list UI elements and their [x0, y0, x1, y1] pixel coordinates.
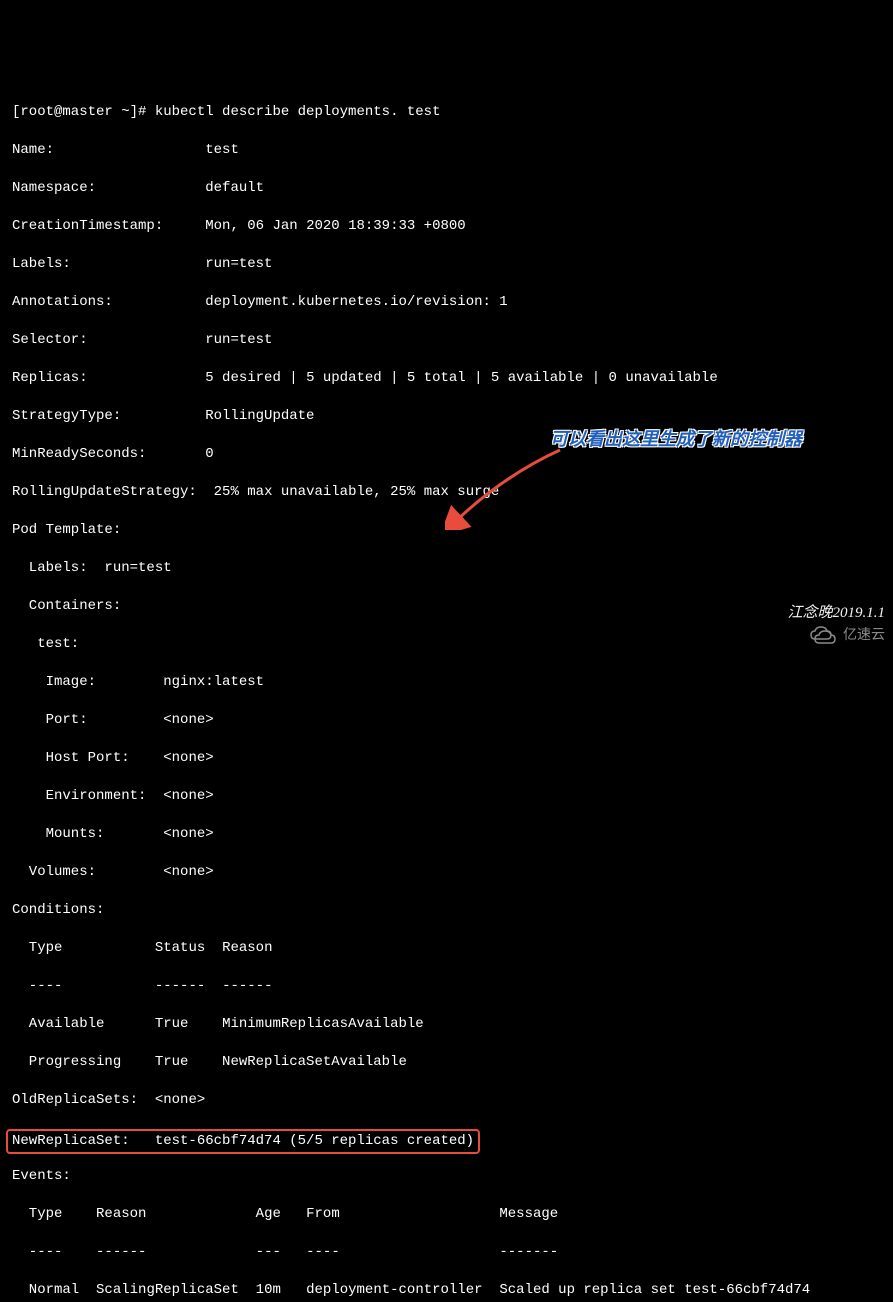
namespace-value: default	[205, 180, 264, 196]
replicas-label: Replicas:	[12, 370, 88, 386]
cond1-reason: MinimumReplicasAvailable	[222, 1016, 424, 1032]
mounts-label: Mounts:	[12, 826, 104, 842]
labels-value: run=test	[205, 256, 272, 272]
port-value: <none>	[163, 712, 213, 728]
creation-label: CreationTimestamp:	[12, 218, 163, 234]
newrs-label: NewReplicaSet:	[12, 1133, 155, 1149]
ev-from-h: From	[306, 1206, 340, 1222]
command: kubectl describe deployments. test	[155, 104, 441, 120]
volumes-label: Volumes:	[12, 864, 96, 880]
cloud-icon	[809, 623, 837, 645]
podtemplate-header: Pod Template:	[12, 522, 121, 538]
annotations-value: deployment.kubernetes.io/revision: 1	[205, 294, 507, 310]
cond2-type: Progressing	[12, 1054, 121, 1070]
oldrs-label: OldReplicaSets:	[12, 1092, 138, 1108]
hostport-value: <none>	[163, 750, 213, 766]
selector-label: Selector:	[12, 332, 88, 348]
rolling-label: RollingUpdateStrategy:	[12, 484, 197, 500]
containers-header: Containers:	[12, 598, 121, 614]
ev1-type: Normal	[12, 1282, 79, 1298]
newrs-highlight: NewReplicaSet: test-66cbf74d74 (5/5 repl…	[6, 1129, 480, 1154]
watermark: 亿速云	[809, 623, 885, 645]
container-name: test:	[12, 636, 79, 652]
pod-labels-value: run=test	[104, 560, 171, 576]
cond2-status: True	[155, 1054, 189, 1070]
author-mark: 江念晚2019.1.1	[787, 604, 885, 623]
ev-type-h: Type	[12, 1206, 62, 1222]
annotation-text: 可以看出这里生成了新的控制器	[550, 430, 802, 449]
env-value: <none>	[163, 788, 213, 804]
ev1-age: 10m	[256, 1282, 281, 1298]
labels-label: Labels:	[12, 256, 71, 272]
name-value: test	[205, 142, 239, 158]
rolling-value: 25% max unavailable, 25% max surge	[214, 484, 500, 500]
events-header: Events:	[12, 1168, 71, 1184]
ev-sep1: ----	[12, 1244, 62, 1260]
ev-sep4: ----	[306, 1244, 340, 1260]
strategytype-value: RollingUpdate	[205, 408, 314, 424]
namespace-label: Namespace:	[12, 180, 96, 196]
cond1-status: True	[155, 1016, 189, 1032]
name-label: Name:	[12, 142, 54, 158]
ev-age-h: Age	[256, 1206, 281, 1222]
mounts-value: <none>	[163, 826, 213, 842]
terminal-output: [root@master ~]# kubectl describe deploy…	[12, 84, 881, 1302]
minready-value: 0	[205, 446, 213, 462]
port-label: Port:	[12, 712, 88, 728]
ev-sep2: ------	[96, 1244, 146, 1260]
cond-reason-h: Reason	[222, 940, 272, 956]
watermark-text: 亿速云	[843, 625, 885, 644]
ev-reason-h: Reason	[96, 1206, 146, 1222]
image-label: Image:	[12, 674, 96, 690]
cond-sep1: ----	[12, 978, 62, 994]
cond-sep3: ------	[222, 978, 272, 994]
ev-sep3: ---	[256, 1244, 281, 1260]
shell-prompt: [root@master ~]#	[12, 104, 155, 120]
selector-value: run=test	[205, 332, 272, 348]
ev1-from: deployment-controller	[306, 1282, 482, 1298]
ev-message-h: Message	[499, 1206, 558, 1222]
image-value: nginx:latest	[163, 674, 264, 690]
volumes-value: <none>	[163, 864, 213, 880]
cond1-type: Available	[12, 1016, 104, 1032]
annotations-label: Annotations:	[12, 294, 113, 310]
strategytype-label: StrategyType:	[12, 408, 121, 424]
hostport-label: Host Port:	[12, 750, 130, 766]
ev1-message: Scaled up replica set test-66cbf74d74	[499, 1282, 810, 1298]
replicas-value: 5 desired | 5 updated | 5 total | 5 avai…	[205, 370, 717, 386]
creation-value: Mon, 06 Jan 2020 18:39:33 +0800	[205, 218, 465, 234]
minready-label: MinReadySeconds:	[12, 446, 146, 462]
env-label: Environment:	[12, 788, 146, 804]
ev-sep5: -------	[499, 1244, 558, 1260]
ev1-reason: ScalingReplicaSet	[96, 1282, 239, 1298]
pod-labels-label: Labels:	[12, 560, 104, 576]
cond-sep2: ------	[155, 978, 205, 994]
conditions-header: Conditions:	[12, 902, 104, 918]
cond-status-h: Status	[155, 940, 205, 956]
oldrs-value: <none>	[155, 1092, 205, 1108]
cond2-reason: NewReplicaSetAvailable	[222, 1054, 407, 1070]
newrs-value: test-66cbf74d74 (5/5 replicas created)	[155, 1133, 474, 1149]
cond-type-h: Type	[12, 940, 62, 956]
